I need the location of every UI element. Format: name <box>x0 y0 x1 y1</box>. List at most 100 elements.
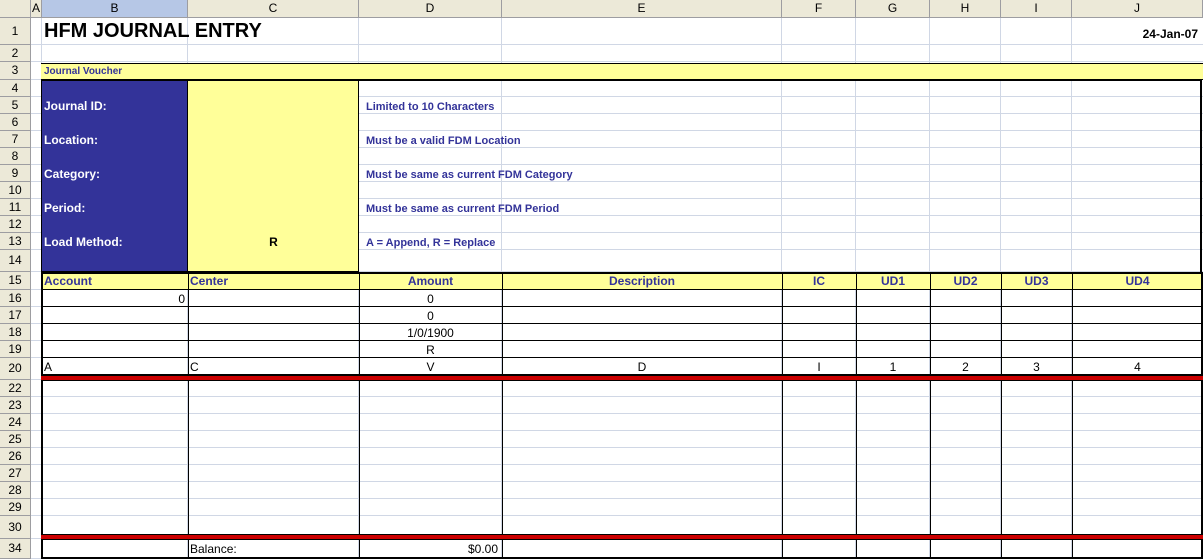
grid-hline <box>31 481 1203 482</box>
load-method-note: A = Append, R = Replace <box>366 237 496 249</box>
column-header-a[interactable]: A <box>31 0 42 18</box>
table-row-border <box>41 306 1203 307</box>
header-ud1: UD1 <box>880 274 905 288</box>
location-input[interactable] <box>190 131 357 148</box>
header-account: Account <box>44 274 92 288</box>
period-label: Period: <box>44 201 86 215</box>
column-header-b[interactable]: B <box>42 0 188 18</box>
grid-hline <box>31 430 1203 431</box>
grid-hline <box>31 447 1203 448</box>
row17-amount[interactable]: 0 <box>359 309 502 323</box>
row-header-8[interactable]: 8 <box>0 148 31 165</box>
row-header-17[interactable]: 17 <box>0 307 31 324</box>
row-header-25[interactable]: 25 <box>0 431 31 448</box>
row-header-13[interactable]: 13 <box>0 233 31 250</box>
table-column-border <box>1001 272 1002 559</box>
red-bar-top-border2 <box>41 380 1203 381</box>
row20-c[interactable]: C <box>190 360 199 374</box>
sheet-title: HFM JOURNAL ENTRY <box>44 20 262 42</box>
header-amount: Amount <box>407 274 454 288</box>
row-header-28[interactable]: 28 <box>0 482 31 499</box>
row-header-24[interactable]: 24 <box>0 414 31 431</box>
header-center: Center <box>190 274 229 288</box>
table-column-border <box>188 272 189 559</box>
row-header-27[interactable]: 27 <box>0 465 31 482</box>
row-header-12[interactable]: 12 <box>0 216 31 233</box>
grid-hline <box>31 413 1203 414</box>
column-header-e[interactable]: E <box>502 0 782 18</box>
grid-hline <box>31 44 1203 45</box>
category-note: Must be same as current FDM Category <box>366 169 573 181</box>
row20-3[interactable]: 3 <box>1001 360 1072 374</box>
row-header-6[interactable]: 6 <box>0 114 31 131</box>
column-header-h[interactable]: H <box>930 0 1001 18</box>
row-header-7[interactable]: 7 <box>0 131 31 148</box>
row-header-1[interactable]: 1 <box>0 18 31 45</box>
load-method-input[interactable]: R <box>190 235 357 252</box>
header-ud2: UD2 <box>953 274 978 288</box>
balance-label: Balance: <box>190 542 237 556</box>
balance-value[interactable]: $0.00 <box>359 542 498 556</box>
row-header-11[interactable]: 11 <box>0 199 31 216</box>
row20-d[interactable]: D <box>502 360 782 374</box>
column-header-c[interactable]: C <box>188 0 359 18</box>
journal-id-note: Limited to 10 Characters <box>366 101 495 113</box>
row-header-2[interactable]: 2 <box>0 45 31 62</box>
row-header-19[interactable]: 19 <box>0 341 31 358</box>
grid-hline <box>31 61 1203 62</box>
row16-account[interactable]: 0 <box>42 292 185 306</box>
row-header-16[interactable]: 16 <box>0 290 31 307</box>
row-header-26[interactable]: 26 <box>0 448 31 465</box>
journal-id-input[interactable] <box>190 97 357 114</box>
table-column-border <box>502 272 503 559</box>
row-header-5[interactable]: 5 <box>0 97 31 114</box>
journal-id-label: Journal ID: <box>44 99 107 113</box>
header-ud3: UD3 <box>1024 274 1049 288</box>
period-input[interactable] <box>190 199 357 216</box>
category-input[interactable] <box>190 165 357 182</box>
table-column-border <box>856 272 857 559</box>
header-ic: IC <box>813 274 825 288</box>
category-label: Category: <box>44 167 101 181</box>
row16-amount[interactable]: 0 <box>359 292 502 306</box>
row-header-18[interactable]: 18 <box>0 324 31 341</box>
header-description: Description <box>608 274 675 288</box>
row-header-34[interactable]: 34 <box>0 539 31 559</box>
column-header-j[interactable]: J <box>1072 0 1203 18</box>
row-header-23[interactable]: 23 <box>0 397 31 414</box>
row-header-3[interactable]: 3 <box>0 62 31 80</box>
row20-1[interactable]: 1 <box>856 360 930 374</box>
row-header-20[interactable]: 20 <box>0 358 31 380</box>
grid-hline <box>31 396 1203 397</box>
table-row-border <box>41 357 1203 358</box>
row20-4[interactable]: 4 <box>1072 360 1203 374</box>
select-all-corner[interactable] <box>0 0 31 18</box>
row-header-9[interactable]: 9 <box>0 165 31 182</box>
column-header-i[interactable]: I <box>1001 0 1072 18</box>
column-header-d[interactable]: D <box>359 0 502 18</box>
row-header-29[interactable]: 29 <box>0 499 31 516</box>
red-bar-bottom-border2 <box>41 539 1203 540</box>
row20-a[interactable]: A <box>44 360 52 374</box>
row18-amount[interactable]: 1/0/1900 <box>359 326 502 340</box>
row-header-14[interactable]: 14 <box>0 250 31 272</box>
table-row-border <box>41 323 1203 324</box>
row-header-10[interactable]: 10 <box>0 182 31 199</box>
grid-hline <box>31 515 1203 516</box>
location-label: Location: <box>44 133 98 147</box>
row-header-15[interactable]: 15 <box>0 272 31 290</box>
row19-amount[interactable]: R <box>359 343 502 357</box>
row20-v[interactable]: V <box>359 360 502 374</box>
column-header-g[interactable]: G <box>856 0 930 18</box>
row-header-4[interactable]: 4 <box>0 80 31 97</box>
row-header-22[interactable]: 22 <box>0 380 31 397</box>
row-header-30[interactable]: 30 <box>0 516 31 539</box>
location-note: Must be a valid FDM Location <box>366 135 521 147</box>
column-header-f[interactable]: F <box>782 0 856 18</box>
period-note: Must be same as current FDM Period <box>366 203 560 215</box>
table-column-border <box>782 272 783 559</box>
date-cell[interactable]: 24-Jan-07 <box>1120 27 1198 41</box>
table-column-border <box>1072 272 1073 559</box>
row20-i[interactable]: I <box>782 360 856 374</box>
row20-2[interactable]: 2 <box>930 360 1001 374</box>
